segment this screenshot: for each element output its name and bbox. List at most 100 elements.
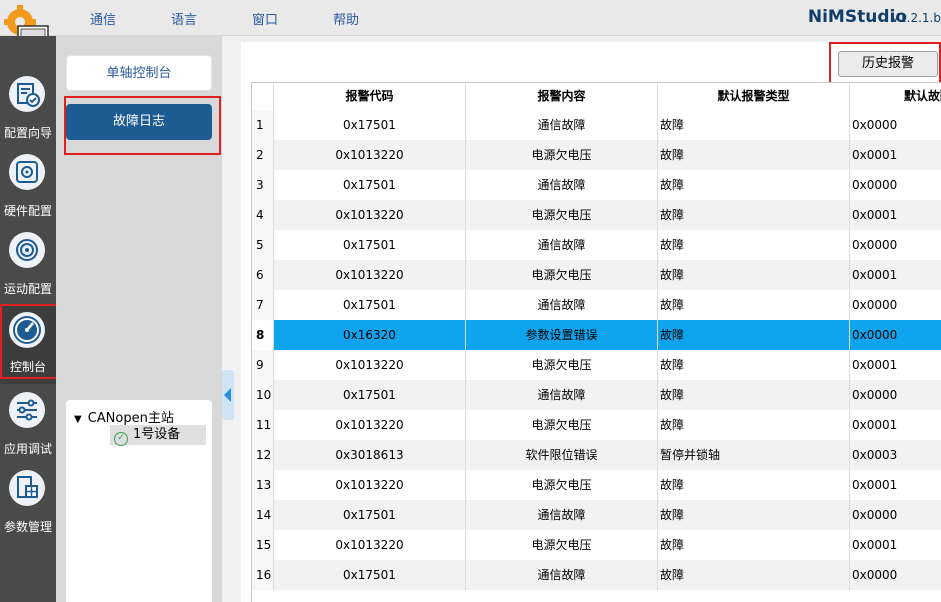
tree-device-node[interactable]: ✓ 1号设备 bbox=[110, 425, 206, 446]
cell-default-fault: 0x0000 bbox=[850, 560, 941, 590]
nav-motion-config[interactable]: 运动配置 bbox=[0, 232, 56, 310]
cell-alarm-code: 0x1013220 bbox=[274, 530, 466, 560]
cell-default-fault: 0x0000 bbox=[850, 170, 941, 200]
cell-alarm-content: 通信故障 bbox=[466, 380, 658, 410]
cell-default-type: 故障 bbox=[658, 230, 850, 260]
cell-alarm-code: 0x16320 bbox=[274, 320, 466, 350]
alarm-table: 报警代码 报警内容 默认报警类型 默认故障 10x17501通信故障故障0x00… bbox=[251, 82, 941, 602]
single-axis-console-button[interactable]: 单轴控制台 bbox=[66, 55, 212, 91]
table-row[interactable]: 6 0x1013220 电源欠电压 故障 0x0001 bbox=[252, 260, 941, 290]
nav-hardware-config[interactable]: 硬件配置 bbox=[0, 154, 56, 232]
cell-default-type: 故障 bbox=[658, 470, 850, 500]
tree-root-label: CANopen主站 bbox=[87, 411, 174, 426]
row-number: 13 bbox=[252, 470, 274, 500]
table-row[interactable]: 4 0x1013220 电源欠电压 故障 0x0001 bbox=[252, 200, 941, 230]
device-tree: ▼ CANopen主站 ✓ 1号设备 bbox=[66, 400, 212, 602]
cell-alarm-content: 电源欠电压 bbox=[466, 140, 658, 170]
cell-default-type: 故障 bbox=[658, 500, 850, 530]
cell-alarm-code: 0x17501 bbox=[274, 230, 466, 260]
cell-default-type: 故障 bbox=[658, 290, 850, 320]
row-number: 4 bbox=[252, 200, 274, 230]
cell-alarm-content: 通信故障 bbox=[466, 560, 658, 590]
header-corner bbox=[252, 83, 274, 110]
nav-param-manage[interactable]: 参数管理 bbox=[0, 470, 56, 548]
cell-default-type: 故障 bbox=[658, 410, 850, 440]
header-alarm-code[interactable]: 报警代码 bbox=[274, 83, 466, 110]
highlight-frame-history bbox=[829, 42, 941, 84]
header-default-type[interactable]: 默认报警类型 bbox=[658, 83, 850, 110]
cell-default-fault: 0x0001 bbox=[850, 140, 941, 170]
cell-default-fault: 0x0001 bbox=[850, 260, 941, 290]
tree-device-label: 1号设备 bbox=[133, 427, 181, 442]
expand-triangle-icon[interactable]: ▼ bbox=[74, 414, 82, 425]
menu-window[interactable]: 窗口 bbox=[252, 9, 278, 28]
cell-default-type: 故障 bbox=[658, 350, 850, 380]
header-alarm-content[interactable]: 报警内容 bbox=[466, 83, 658, 110]
cell-alarm-code: 0x17501 bbox=[274, 170, 466, 200]
cell-default-fault: 0x0001 bbox=[850, 410, 941, 440]
table-row[interactable]: 14 0x17501 通信故障 故障 0x0000 bbox=[252, 500, 941, 530]
row-number: 12 bbox=[252, 440, 274, 470]
nav-label: 配置向导 bbox=[3, 126, 52, 140]
highlight-frame-fault-log bbox=[64, 96, 221, 155]
cell-default-type: 故障 bbox=[658, 170, 850, 200]
table-row[interactable]: 11 0x1013220 电源欠电压 故障 0x0001 bbox=[252, 410, 941, 440]
menu-comm[interactable]: 通信 bbox=[90, 9, 116, 28]
cell-default-type: 故障 bbox=[658, 380, 850, 410]
cell-default-fault: 0x0003 bbox=[850, 440, 941, 470]
cell-default-fault: 0x0000 bbox=[850, 380, 941, 410]
cell-alarm-content: 通信故障 bbox=[466, 290, 658, 320]
table-row[interactable]: 3 0x17501 通信故障 故障 0x0000 bbox=[252, 170, 941, 200]
cell-default-type: 故障 bbox=[658, 140, 850, 170]
cell-alarm-code: 0x1013220 bbox=[274, 140, 466, 170]
cell-alarm-code: 0x17501 bbox=[274, 110, 466, 140]
nav-config-wizard[interactable]: 配置向导 bbox=[0, 76, 56, 154]
cell-alarm-content: 通信故障 bbox=[466, 110, 658, 140]
collapse-panel-handle[interactable] bbox=[222, 370, 234, 420]
cell-alarm-code: 0x17501 bbox=[274, 560, 466, 590]
hardware-gear-icon bbox=[9, 154, 45, 190]
table-row[interactable]: 1 0x17501 通信故障 故障 0x0000 bbox=[252, 110, 941, 140]
row-number: 5 bbox=[252, 230, 274, 260]
table-row[interactable]: 8 0x16320 参数设置错误 故障 0x0000 bbox=[252, 320, 941, 350]
row-number: 9 bbox=[252, 350, 274, 380]
cell-default-fault: 0x0000 bbox=[850, 500, 941, 530]
param-grid-icon bbox=[9, 470, 45, 506]
header-default-fault[interactable]: 默认故障 bbox=[850, 83, 941, 110]
cell-default-type: 故障 bbox=[658, 260, 850, 290]
cell-alarm-code: 0x17501 bbox=[274, 290, 466, 320]
cell-default-fault: 0x0001 bbox=[850, 530, 941, 560]
table-row[interactable]: 13 0x1013220 电源欠电压 故障 0x0001 bbox=[252, 470, 941, 500]
cell-alarm-code: 0x1013220 bbox=[274, 470, 466, 500]
row-number: 1 bbox=[252, 110, 274, 140]
cell-alarm-content: 通信故障 bbox=[466, 230, 658, 260]
table-row[interactable]: 16 0x17501 通信故障 故障 0x0000 bbox=[252, 560, 941, 590]
cell-alarm-code: 0x1013220 bbox=[274, 410, 466, 440]
nav-app-debug[interactable]: 应用调试 bbox=[0, 392, 56, 470]
menu-language[interactable]: 语言 bbox=[171, 9, 197, 28]
cell-alarm-content: 参数设置错误 bbox=[466, 320, 658, 350]
config-wizard-icon bbox=[9, 76, 45, 112]
table-row[interactable]: 7 0x17501 通信故障 故障 0x0000 bbox=[252, 290, 941, 320]
cell-alarm-code: 0x3018613 bbox=[274, 440, 466, 470]
row-number: 15 bbox=[252, 530, 274, 560]
highlight-frame-console bbox=[0, 304, 61, 379]
cell-default-fault: 0x0000 bbox=[850, 230, 941, 260]
table-row[interactable]: 15 0x1013220 电源欠电压 故障 0x0001 bbox=[252, 530, 941, 560]
row-number: 16 bbox=[252, 560, 274, 590]
table-row[interactable]: 9 0x1013220 电源欠电压 故障 0x0001 bbox=[252, 350, 941, 380]
tree-root-node[interactable]: ▼ CANopen主站 bbox=[74, 407, 174, 426]
table-row[interactable]: 12 0x3018613 软件限位错误 暂停并锁轴 0x0003 bbox=[252, 440, 941, 470]
row-number: 6 bbox=[252, 260, 274, 290]
table-row[interactable]: 10 0x17501 通信故障 故障 0x0000 bbox=[252, 380, 941, 410]
table-row[interactable]: 5 0x17501 通信故障 故障 0x0000 bbox=[252, 230, 941, 260]
row-number: 7 bbox=[252, 290, 274, 320]
cell-alarm-content: 通信故障 bbox=[466, 500, 658, 530]
menu-help[interactable]: 帮助 bbox=[333, 9, 359, 28]
cell-alarm-content: 电源欠电压 bbox=[466, 410, 658, 440]
table-row[interactable]: 2 0x1013220 电源欠电压 故障 0x0001 bbox=[252, 140, 941, 170]
cell-default-type: 暂停并锁轴 bbox=[658, 440, 850, 470]
cell-alarm-content: 电源欠电压 bbox=[466, 200, 658, 230]
app-version: V1.2.1.b bbox=[890, 11, 941, 25]
row-number: 10 bbox=[252, 380, 274, 410]
